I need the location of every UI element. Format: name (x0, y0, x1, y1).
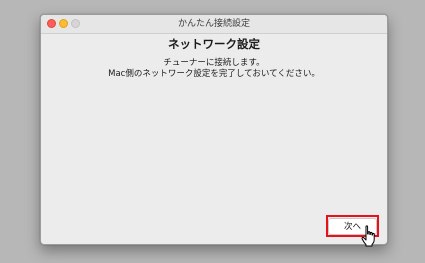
title-bar[interactable]: かんたん接続設定 (41, 15, 387, 34)
desktop: かんたん接続設定 ネットワーク設定 チューナーに接続します。 Mac側のネットワ… (0, 0, 425, 263)
hand-pointer-icon (361, 225, 375, 247)
window-title: かんたん接続設定 (177, 19, 250, 29)
message-line-2: Mac側のネットワーク設定を完了しておいてください。 (108, 69, 320, 79)
message-line-1: チューナーに接続します。 (163, 58, 265, 68)
setup-window: かんたん接続設定 ネットワーク設定 チューナーに接続します。 Mac側のネットワ… (40, 14, 388, 245)
page-title: ネットワーク設定 (168, 37, 260, 51)
instruction-message: チューナーに接続します。 Mac側のネットワーク設定を完了しておいてください。 (41, 58, 387, 80)
